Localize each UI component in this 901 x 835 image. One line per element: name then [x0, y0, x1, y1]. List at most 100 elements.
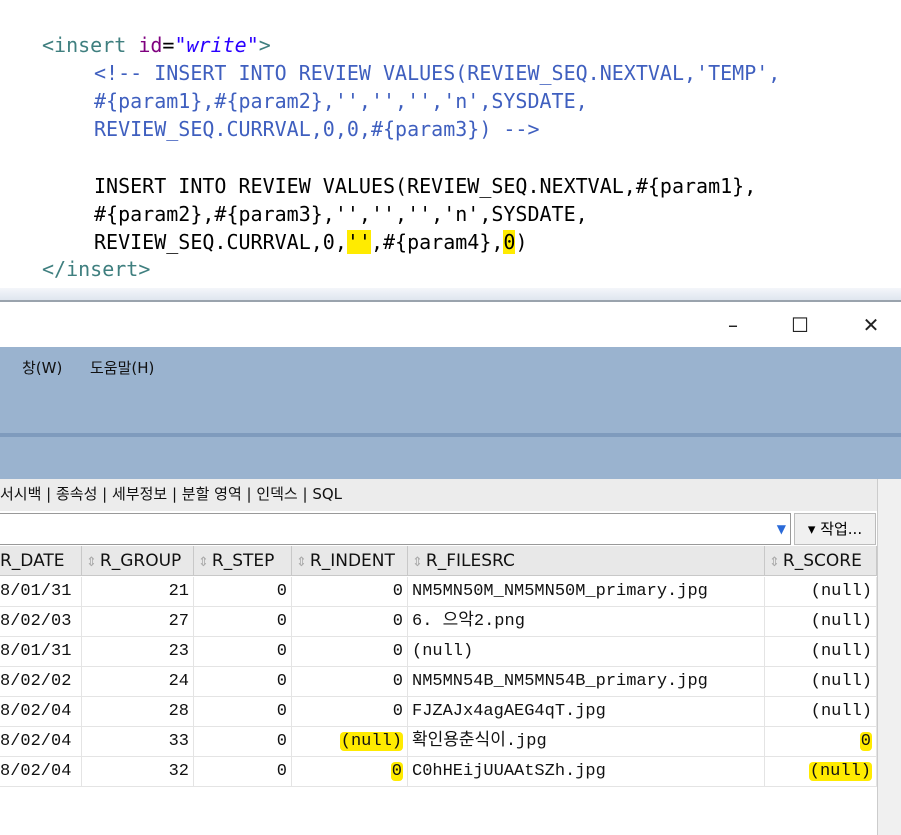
- table-cell[interactable]: (null): [765, 757, 877, 787]
- table-cell[interactable]: (null): [765, 577, 877, 607]
- table-cell[interactable]: FJZAJx4agAEG4qT.jpg: [408, 697, 765, 727]
- table-cell[interactable]: 21: [82, 577, 194, 607]
- cell-value: 8/02/03: [0, 612, 72, 631]
- table-cell[interactable]: 32: [82, 757, 194, 787]
- cell-value: (null): [412, 642, 474, 661]
- cell-value: 28: [168, 702, 189, 721]
- menu-help[interactable]: 도움말(H): [90, 357, 154, 378]
- cell-value: 0: [276, 732, 287, 751]
- table-cell[interactable]: 28: [82, 697, 194, 727]
- code-token: #{param2},#{param3},'','','','n',SYSDATE…: [94, 202, 588, 226]
- sort-icon[interactable]: ⇕: [296, 555, 307, 570]
- table-cell[interactable]: 6. 으악2.png: [408, 607, 765, 637]
- table-cell[interactable]: 8/02/04: [0, 697, 82, 727]
- sort-icon[interactable]: ⇕: [198, 555, 209, 570]
- table-cell[interactable]: 8/02/02: [0, 667, 82, 697]
- cell-value: (null): [810, 582, 872, 601]
- menu-bar: 창(W) 도움말(H): [0, 347, 901, 437]
- table-cell[interactable]: 0: [292, 757, 408, 787]
- column-header-r_filesrc[interactable]: ⇕ R_FILESRC: [408, 546, 765, 576]
- table-cell[interactable]: (null): [765, 697, 877, 727]
- actions-button[interactable]: ▾ 작업...: [794, 513, 876, 545]
- cell-value: (null): [808, 762, 872, 781]
- menu-window[interactable]: 창(W): [22, 357, 62, 378]
- cell-value: 21: [168, 582, 189, 601]
- cell-value: 0: [392, 642, 403, 661]
- table-cell[interactable]: 0: [194, 667, 292, 697]
- table-cell[interactable]: 확인용춘식이.jpg: [408, 727, 765, 757]
- sort-icon[interactable]: ⇕: [86, 555, 97, 570]
- minimize-button[interactable]: –: [710, 310, 756, 340]
- cell-value: 0: [276, 582, 287, 601]
- code-line: <insert id="write">: [42, 31, 271, 59]
- table-cell[interactable]: NM5MN54B_NM5MN54B_primary.jpg: [408, 667, 765, 697]
- code-line: REVIEW_SEQ.CURRVAL,0,'',#{param4},0): [94, 228, 528, 256]
- object-tabs[interactable]: 서시백 | 종속성 | 세부정보 | 분할 영역 | 인덱스 | SQL: [0, 479, 877, 511]
- toolbar-area: [0, 437, 901, 479]
- table-cell[interactable]: 27: [82, 607, 194, 637]
- table-cell[interactable]: 8/01/31: [0, 637, 82, 667]
- cell-value: 8/02/02: [0, 672, 72, 691]
- table-cell[interactable]: 0: [194, 697, 292, 727]
- code-line: #{param1},#{param2},'','','','n',SYSDATE…: [94, 87, 588, 115]
- cell-value: 6. 으악2.png: [412, 612, 525, 631]
- cell-value: 8/01/31: [0, 582, 72, 601]
- column-header-r_group[interactable]: ⇕ R_GROUP: [82, 546, 194, 576]
- table-cell[interactable]: 0: [194, 637, 292, 667]
- code-token: ,#{param4},: [370, 230, 504, 254]
- code-editor[interactable]: <insert id="write"> <!-- INSERT INTO REVI…: [0, 0, 901, 296]
- table-cell[interactable]: 0: [292, 607, 408, 637]
- cell-value: 8/02/04: [0, 732, 72, 751]
- table-cell[interactable]: C0hHEijUUAAtSZh.jpg: [408, 757, 765, 787]
- table-cell[interactable]: 8/01/31: [0, 577, 82, 607]
- table-cell[interactable]: NM5MN50M_NM5MN50M_primary.jpg: [408, 577, 765, 607]
- code-line: #{param2},#{param3},'','','','n',SYSDATE…: [94, 200, 588, 228]
- column-header-r_date[interactable]: R_DATE: [0, 546, 82, 576]
- sort-icon[interactable]: ⇕: [769, 555, 780, 570]
- column-label: R_FILESRC: [425, 551, 515, 571]
- column-label: R_INDENT: [309, 551, 395, 571]
- maximize-button[interactable]: ☐: [777, 310, 823, 340]
- table-cell[interactable]: 0: [194, 757, 292, 787]
- dropdown-arrow-icon[interactable]: ▼: [777, 514, 786, 544]
- sort-icon[interactable]: ⇕: [412, 555, 423, 570]
- vertical-scrollbar[interactable]: [877, 479, 901, 835]
- cell-value: 8/02/04: [0, 762, 72, 781]
- table-cell[interactable]: 8/02/03: [0, 607, 82, 637]
- table-cell[interactable]: 0: [292, 697, 408, 727]
- table-cell[interactable]: 0: [765, 727, 877, 757]
- table-cell[interactable]: (null): [765, 637, 877, 667]
- table-cell[interactable]: (null): [408, 637, 765, 667]
- cell-value: 0: [392, 702, 403, 721]
- table-cell[interactable]: 8/02/04: [0, 727, 82, 757]
- cell-value: NM5MN54B_NM5MN54B_primary.jpg: [412, 672, 708, 691]
- column-header-r_indent[interactable]: ⇕ R_INDENT: [292, 546, 408, 576]
- close-button[interactable]: ✕: [848, 310, 894, 340]
- table-cell[interactable]: 0: [292, 577, 408, 607]
- code-line: <!-- INSERT INTO REVIEW VALUES(REVIEW_SE…: [94, 59, 780, 87]
- table-cell[interactable]: 0: [194, 607, 292, 637]
- filter-input[interactable]: ▼: [0, 513, 791, 545]
- table-cell[interactable]: 23: [82, 637, 194, 667]
- table-cell[interactable]: 8/02/04: [0, 757, 82, 787]
- table-cell[interactable]: (null): [292, 727, 408, 757]
- table-cell[interactable]: 0: [292, 637, 408, 667]
- code-token: <!-- INSERT INTO REVIEW VALUES(REVIEW_SE…: [94, 61, 781, 85]
- cell-value: 0: [390, 762, 403, 781]
- column-header-r_step[interactable]: ⇕ R_STEP: [194, 546, 292, 576]
- cell-value: 0: [276, 612, 287, 631]
- table-cell[interactable]: 0: [194, 577, 292, 607]
- table-cell[interactable]: 24: [82, 667, 194, 697]
- column-header-r_score[interactable]: ⇕ R_SCORE: [765, 546, 877, 576]
- column-label: R_GROUP: [99, 551, 182, 571]
- table-cell[interactable]: 0: [194, 727, 292, 757]
- cell-value: 0: [392, 582, 403, 601]
- table-cell[interactable]: (null): [765, 607, 877, 637]
- table-cell[interactable]: (null): [765, 667, 877, 697]
- window-titlebar: – ☐ ✕: [0, 302, 901, 347]
- code-token: </insert>: [42, 257, 151, 281]
- table-cell[interactable]: 33: [82, 727, 194, 757]
- column-label: R_STEP: [211, 551, 275, 571]
- table-cell[interactable]: 0: [292, 667, 408, 697]
- column-label: R_DATE: [0, 551, 65, 571]
